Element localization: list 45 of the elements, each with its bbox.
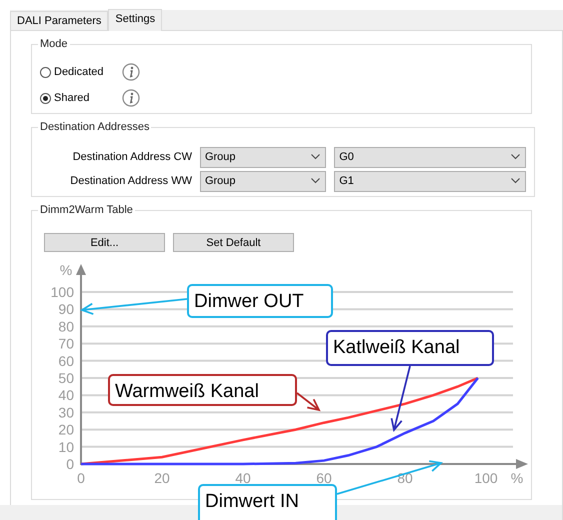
tick-label: 100: [474, 470, 498, 486]
callout: Katlweiß Kanal: [326, 330, 494, 366]
chevron-down-icon: [511, 178, 520, 184]
tick-label: 20: [154, 470, 170, 486]
chevron-down-icon: [511, 154, 520, 160]
dropdown[interactable]: G1: [334, 170, 526, 192]
info-icon[interactable]: [122, 89, 140, 107]
tab[interactable]: Settings: [108, 9, 162, 31]
dropdown[interactable]: G0: [334, 146, 526, 168]
tab[interactable]: DALI Parameters: [10, 11, 108, 30]
tick-label: 0: [77, 470, 85, 486]
info-icon[interactable]: [122, 63, 140, 81]
callout: Dimwert IN: [198, 484, 337, 520]
callout: Warmweiß Kanal: [108, 374, 297, 406]
group-title: Destination Addresses: [38, 121, 152, 133]
dropdown[interactable]: Group: [200, 170, 326, 192]
tick-label: 60: [316, 470, 332, 486]
axis-label: %: [510, 470, 524, 486]
group-title: Mode: [38, 38, 70, 50]
tick-label: 100: [50, 284, 74, 300]
callout-arrow: [390, 365, 411, 432]
tick-label: 70: [58, 336, 74, 352]
tick-label: 40: [58, 387, 74, 404]
tick-label: 10: [58, 438, 74, 455]
group-title: Dimm2Warm Table: [38, 204, 135, 216]
radio-button[interactable]: Dedicated: [40, 66, 122, 78]
axis-label: %: [60, 262, 72, 278]
field-label: Destination Address WW: [69, 175, 193, 187]
tick-label: 90: [58, 301, 74, 318]
tick-label: 50: [58, 370, 74, 386]
button[interactable]: Set Default: [173, 233, 294, 252]
tick-label: 0: [66, 456, 74, 472]
button[interactable]: Edit...: [44, 233, 165, 252]
tick-label: 20: [58, 422, 74, 438]
tick-label: 80: [58, 318, 74, 334]
tick-label: 60: [58, 352, 74, 369]
callout: Dimwer OUT: [187, 284, 333, 318]
field-label: Destination Address CW: [72, 151, 193, 163]
chevron-down-icon: [311, 178, 320, 184]
dropdown[interactable]: Group: [200, 146, 326, 168]
chevron-down-icon: [311, 154, 320, 160]
callout-arrow: [296, 392, 321, 412]
tick-label: 40: [235, 470, 251, 486]
tick-label: 30: [58, 404, 74, 420]
radio-button[interactable]: Shared: [40, 92, 122, 104]
